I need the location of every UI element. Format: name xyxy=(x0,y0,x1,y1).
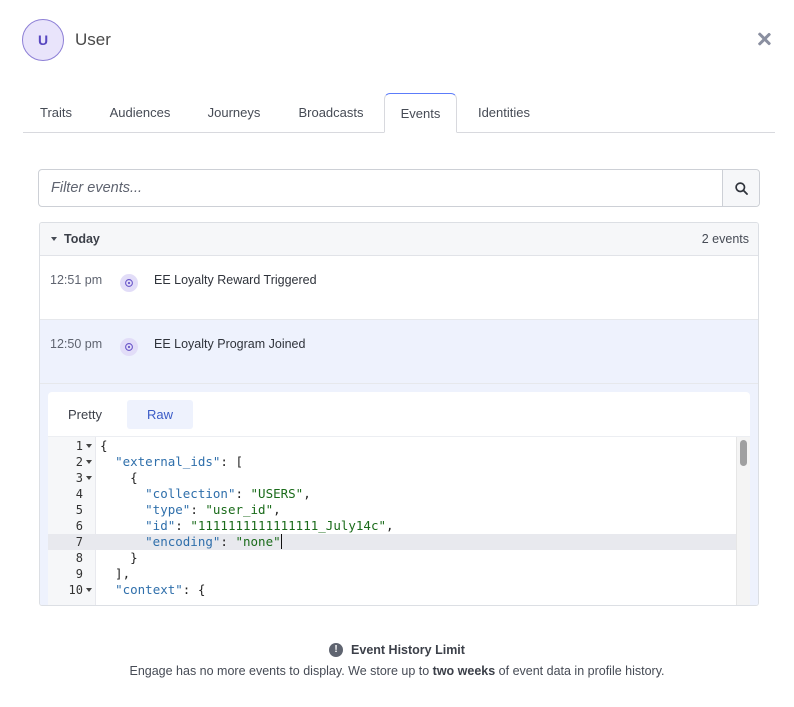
event-group-title: Today xyxy=(64,232,100,246)
filter-events-box xyxy=(38,169,760,207)
code-line[interactable]: 9 ], xyxy=(48,566,736,582)
event-detail-card: Pretty Raw 1{2 "external_ids": [3 {4 "co… xyxy=(48,392,750,605)
close-icon[interactable] xyxy=(756,31,772,47)
code-text: { xyxy=(100,470,138,485)
event-time: 12:50 pm xyxy=(50,337,103,351)
fold-arrow-icon[interactable] xyxy=(86,476,92,480)
code-line[interactable]: 10 "context": { xyxy=(48,582,736,598)
code-text: } xyxy=(100,550,138,565)
code-text: "encoding": "none" xyxy=(145,534,283,549)
tab-pretty[interactable]: Pretty xyxy=(48,400,122,429)
code-line[interactable]: 6 "id": "1111111111111111_July14c", xyxy=(48,518,736,534)
code-text: "type": "user_id", xyxy=(145,502,281,517)
profile-header: U User xyxy=(22,19,772,61)
line-number: 9 xyxy=(75,567,83,581)
line-number: 7 xyxy=(75,535,83,549)
code-text: "collection": "USERS", xyxy=(145,486,311,501)
code-text: "context": { xyxy=(115,582,206,597)
tab-raw[interactable]: Raw xyxy=(127,400,194,429)
line-number: 5 xyxy=(75,503,83,517)
event-time: 12:51 pm xyxy=(50,273,103,287)
code-line[interactable]: 1{ xyxy=(48,438,736,454)
tab-identities[interactable]: Identities xyxy=(466,93,542,133)
scroll-thumb[interactable] xyxy=(740,440,747,466)
line-number: 1 xyxy=(75,439,83,453)
tab-audiences[interactable]: Audiences xyxy=(97,93,183,133)
line-number: 4 xyxy=(75,487,83,501)
code-line[interactable]: 8 } xyxy=(48,550,736,566)
filter-events-input[interactable] xyxy=(39,170,722,206)
code-editor[interactable]: 1{2 "external_ids": [3 {4 "collection": … xyxy=(48,437,750,605)
code-text: "id": "1111111111111111_July14c", xyxy=(145,518,394,533)
event-name: EE Loyalty Reward Triggered xyxy=(154,273,317,287)
code-line[interactable]: 4 "collection": "USERS", xyxy=(48,486,736,502)
code-line[interactable]: 5 "type": "user_id", xyxy=(48,502,736,518)
avatar: U xyxy=(22,19,64,61)
user-name: User xyxy=(75,30,111,49)
line-number: 3 xyxy=(75,471,83,485)
code-scrollbar[interactable] xyxy=(736,437,750,605)
event-name: EE Loyalty Program Joined xyxy=(154,337,306,351)
fold-arrow-icon[interactable] xyxy=(86,444,92,448)
events-list: Today 2 events 12:51 pm EE Loyalty Rewar… xyxy=(39,222,759,606)
event-group-count: 2 events xyxy=(701,232,749,246)
notice-title-text: Event History Limit xyxy=(351,642,465,657)
notice-title: ! Event History Limit xyxy=(329,642,465,657)
event-row[interactable]: 12:51 pm EE Loyalty Reward Triggered xyxy=(40,256,758,320)
profile-tabs: Traits Audiences Journeys Broadcasts Eve… xyxy=(23,93,775,133)
tab-traits[interactable]: Traits xyxy=(23,93,89,133)
event-history-notice: ! Event History Limit Engage has no more… xyxy=(0,639,794,678)
search-button[interactable] xyxy=(722,170,759,206)
code-text: ], xyxy=(100,566,131,581)
tab-events[interactable]: Events xyxy=(384,93,457,133)
code-text: "external_ids": [ xyxy=(115,454,243,469)
tab-journeys[interactable]: Journeys xyxy=(195,93,273,133)
view-mode-tabs: Pretty Raw xyxy=(48,392,750,437)
code-line[interactable]: 2 "external_ids": [ xyxy=(48,454,736,470)
event-row-selected[interactable]: 12:50 pm EE Loyalty Program Joined xyxy=(40,320,758,384)
line-number: 8 xyxy=(75,551,83,565)
fold-arrow-icon[interactable] xyxy=(86,460,92,464)
search-icon xyxy=(734,181,748,195)
event-group-header[interactable]: Today 2 events xyxy=(40,223,758,256)
track-event-icon xyxy=(120,338,138,356)
code-line[interactable]: 3 { xyxy=(48,470,736,486)
line-number: 10 xyxy=(68,583,83,597)
event-detail-panel: Pretty Raw 1{2 "external_ids": [3 {4 "co… xyxy=(40,384,758,605)
line-number: 6 xyxy=(75,519,83,533)
caret-down-icon xyxy=(51,237,57,241)
tab-broadcasts[interactable]: Broadcasts xyxy=(285,93,377,133)
notice-text: Engage has no more events to display. We… xyxy=(129,664,665,678)
line-number: 2 xyxy=(75,455,83,469)
code-text: { xyxy=(100,438,108,453)
info-icon: ! xyxy=(329,642,344,657)
track-event-icon xyxy=(120,274,138,292)
fold-arrow-icon[interactable] xyxy=(86,588,92,592)
code-line[interactable]: 7 "encoding": "none" xyxy=(48,534,736,550)
